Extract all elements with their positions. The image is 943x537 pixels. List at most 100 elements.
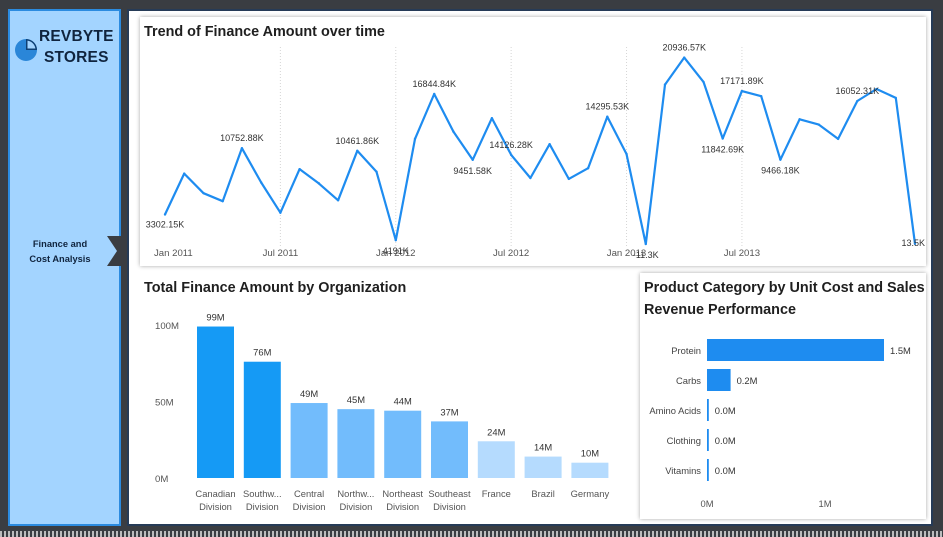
product-bar-chart-panel[interactable]: Product Category by Unit Cost and Sales … xyxy=(640,273,926,519)
data-label: 44M xyxy=(394,396,412,407)
data-point xyxy=(317,182,321,185)
bar xyxy=(477,441,515,478)
x-tick-label: Division xyxy=(246,501,279,512)
x-tick-label: Jul 2011 xyxy=(263,248,299,259)
data-label: 9466.18K xyxy=(761,166,800,176)
data-point xyxy=(471,158,474,161)
data-point xyxy=(856,99,859,103)
data-point xyxy=(683,56,686,59)
y-tick-label: Clothing xyxy=(667,435,701,446)
bottom-border xyxy=(0,531,943,537)
data-point xyxy=(375,170,378,174)
data-point xyxy=(336,199,340,202)
data-point xyxy=(356,149,359,152)
org-bar-chart-panel[interactable]: Total Finance Amount by Organization 0M 5… xyxy=(140,273,623,523)
data-label: 4191K xyxy=(383,246,409,256)
x-tick-label: Jul 2013 xyxy=(724,248,760,259)
data-label: 0.0M xyxy=(715,465,736,476)
x-tick-label: Southw... xyxy=(243,488,282,499)
data-point xyxy=(606,115,609,118)
data-point xyxy=(836,137,840,141)
data-label: 11842.69K xyxy=(701,144,744,154)
data-label: 13.5K xyxy=(901,238,925,248)
trend-line-chart: Jan 2011 Jul 2011 Jan 2012 Jul 2012 Jan 2013… xyxy=(146,43,925,260)
data-point xyxy=(509,153,513,157)
nav-item-label-line-1: Finance and xyxy=(32,239,88,249)
data-point xyxy=(413,137,417,141)
data-label: 14126.28K xyxy=(489,140,533,150)
data-label: 14295.53K xyxy=(586,102,630,112)
data-label: 99M xyxy=(206,312,224,323)
data-point xyxy=(163,213,167,216)
bar xyxy=(707,429,709,451)
data-label: 10M xyxy=(581,448,599,459)
data-label: 16052.31K xyxy=(836,86,880,96)
brand-line-2: STORES xyxy=(43,49,109,66)
dashboard-canvas: Trend of Finance Amount over time Jan 20… xyxy=(127,9,933,526)
data-point xyxy=(394,238,397,242)
data-label: 49M xyxy=(300,388,318,399)
data-point xyxy=(433,92,436,96)
x-tick-label: Central xyxy=(294,488,324,499)
data-label: 37M xyxy=(440,406,458,417)
bar xyxy=(431,421,468,478)
x-tick-label: Division xyxy=(386,501,419,512)
bar xyxy=(337,409,375,478)
x-tick-label: Brazil xyxy=(531,488,554,499)
data-point xyxy=(221,199,224,203)
data-point xyxy=(490,116,494,120)
y-tick-label: Carbs xyxy=(676,375,701,386)
y-tick-label: 50M xyxy=(155,398,174,409)
series-line xyxy=(164,56,917,246)
pie-chart-logo-icon xyxy=(15,39,37,61)
data-point xyxy=(567,177,571,181)
data-label: 3302.15K xyxy=(146,220,185,230)
bar xyxy=(243,361,281,478)
x-tick-label: Canadian xyxy=(195,488,235,499)
y-tick-label: Amino Acids xyxy=(649,405,701,416)
bar xyxy=(707,459,709,481)
data-point xyxy=(452,130,455,133)
bar xyxy=(290,403,328,478)
x-tick-label: Northw... xyxy=(337,488,374,499)
bar xyxy=(707,399,709,421)
data-label: 0.2M xyxy=(737,375,758,386)
data-point xyxy=(240,146,244,150)
x-tick-label: Southeast xyxy=(428,488,471,499)
bar xyxy=(384,410,422,478)
data-point xyxy=(644,242,647,246)
data-point xyxy=(183,172,186,175)
brand-logo: REVBYTE STORES xyxy=(14,26,119,70)
bar xyxy=(571,462,609,478)
data-point xyxy=(259,181,263,184)
org-bar-chart: 0M 50M 100M 99M Canadian Division 76M Southw...… xyxy=(155,312,609,512)
data-point xyxy=(759,94,763,98)
data-label: 20936.57K xyxy=(662,43,706,53)
data-point xyxy=(817,123,821,126)
data-label: 10461.86K xyxy=(336,136,380,146)
data-point xyxy=(529,176,532,180)
nav-item-finance-cost-analysis[interactable]: Finance and Cost Analysis xyxy=(10,233,143,269)
x-tick-label: Northeast xyxy=(382,488,423,499)
data-label: 10752.88K xyxy=(220,133,264,143)
x-tick-label: France xyxy=(482,488,511,499)
data-point xyxy=(740,89,744,93)
x-tick-label: Division xyxy=(433,501,466,512)
x-tick-label: Division xyxy=(199,501,232,512)
x-tick-label: 0M xyxy=(700,498,713,509)
data-point xyxy=(548,143,551,146)
data-point xyxy=(721,137,724,140)
data-label: 17171.89K xyxy=(720,76,764,86)
y-tick-label: Protein xyxy=(671,345,701,356)
data-point xyxy=(894,96,897,100)
data-point xyxy=(298,167,301,171)
brand-name: REVBYTE STORES xyxy=(39,26,114,68)
x-tick-label: Jul 2012 xyxy=(493,248,529,259)
brand-line-1: REVBYTE xyxy=(39,28,114,45)
trend-chart-panel[interactable]: Trend of Finance Amount over time Jan 20… xyxy=(140,17,926,266)
data-label: 9451.58K xyxy=(453,166,492,176)
y-tick-label: 0M xyxy=(155,474,168,485)
data-point xyxy=(798,118,801,121)
y-tick-label: Vitamins xyxy=(665,465,701,476)
nav-item-label-line-2: Cost Analysis xyxy=(29,254,91,264)
